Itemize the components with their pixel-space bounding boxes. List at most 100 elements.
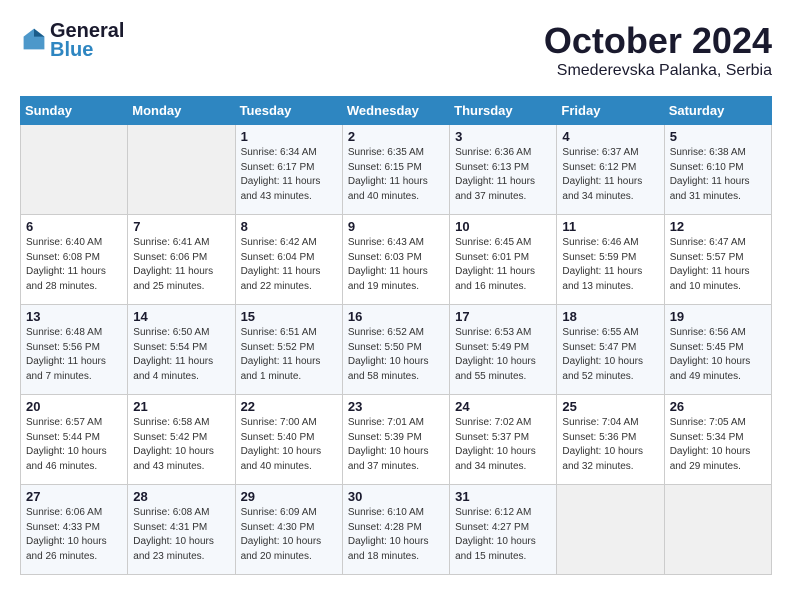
day-info: Sunrise: 6:41 AM Sunset: 6:06 PM Dayligh… [133, 236, 229, 294]
week-row-1: 1 Sunrise: 6:34 AM Sunset: 6:17 PM Daylig… [21, 125, 772, 215]
day-cell: 21 Sunrise: 6:58 AM Sunset: 5:42 PM Dayli… [128, 395, 235, 485]
month-title: October 2024 [544, 20, 772, 62]
weekday-header-row: SundayMondayTuesdayWednesdayThursdayFrid… [21, 97, 772, 125]
day-info: Sunrise: 6:45 AM Sunset: 6:01 PM Dayligh… [455, 236, 551, 294]
week-row-3: 13 Sunrise: 6:48 AM Sunset: 5:56 PM Dayli… [21, 305, 772, 395]
day-number: 8 [241, 219, 337, 234]
day-cell: 5 Sunrise: 6:38 AM Sunset: 6:10 PM Daylig… [664, 125, 771, 215]
day-info: Sunrise: 6:10 AM Sunset: 4:28 PM Dayligh… [348, 506, 444, 564]
day-number: 18 [562, 309, 658, 324]
day-cell: 4 Sunrise: 6:37 AM Sunset: 6:12 PM Daylig… [557, 125, 664, 215]
logo-icon [22, 27, 46, 51]
day-info: Sunrise: 6:46 AM Sunset: 5:59 PM Dayligh… [562, 236, 658, 294]
day-info: Sunrise: 6:51 AM Sunset: 5:52 PM Dayligh… [241, 326, 337, 384]
day-info: Sunrise: 6:55 AM Sunset: 5:47 PM Dayligh… [562, 326, 658, 384]
day-number: 17 [455, 309, 551, 324]
day-cell [664, 485, 771, 575]
day-number: 23 [348, 399, 444, 414]
day-number: 16 [348, 309, 444, 324]
day-cell: 18 Sunrise: 6:55 AM Sunset: 5:47 PM Dayli… [557, 305, 664, 395]
day-info: Sunrise: 6:37 AM Sunset: 6:12 PM Dayligh… [562, 146, 658, 204]
day-info: Sunrise: 6:08 AM Sunset: 4:31 PM Dayligh… [133, 506, 229, 564]
weekday-header-thursday: Thursday [450, 97, 557, 125]
day-cell: 30 Sunrise: 6:10 AM Sunset: 4:28 PM Dayli… [342, 485, 449, 575]
day-cell: 15 Sunrise: 6:51 AM Sunset: 5:52 PM Dayli… [235, 305, 342, 395]
day-cell: 17 Sunrise: 6:53 AM Sunset: 5:49 PM Dayli… [450, 305, 557, 395]
day-cell [128, 125, 235, 215]
day-number: 4 [562, 129, 658, 144]
logo: General Blue [20, 20, 124, 62]
day-number: 26 [670, 399, 766, 414]
day-info: Sunrise: 6:38 AM Sunset: 6:10 PM Dayligh… [670, 146, 766, 204]
day-cell: 8Sunrise: 6:42 AM Sunset: 6:04 PM Daylig… [235, 215, 342, 305]
day-info: Sunrise: 6:34 AM Sunset: 6:17 PM Dayligh… [241, 146, 337, 204]
day-cell: 31Sunrise: 6:12 AM Sunset: 4:27 PM Dayli… [450, 485, 557, 575]
title-block: October 2024 Smederevska Palanka, Serbia [544, 20, 772, 80]
day-number: 19 [670, 309, 766, 324]
day-cell: 6 Sunrise: 6:40 AM Sunset: 6:08 PM Daylig… [21, 215, 128, 305]
day-number: 24 [455, 399, 551, 414]
calendar-table: SundayMondayTuesdayWednesdayThursdayFrid… [20, 96, 772, 575]
day-number: 2 [348, 129, 444, 144]
day-number: 5 [670, 129, 766, 144]
day-info: Sunrise: 6:53 AM Sunset: 5:49 PM Dayligh… [455, 326, 551, 384]
day-info: Sunrise: 6:40 AM Sunset: 6:08 PM Dayligh… [26, 236, 122, 294]
day-cell: 27 Sunrise: 6:06 AM Sunset: 4:33 PM Dayli… [21, 485, 128, 575]
day-info: Sunrise: 6:48 AM Sunset: 5:56 PM Dayligh… [26, 326, 122, 384]
location-subtitle: Smederevska Palanka, Serbia [544, 62, 772, 80]
day-number: 7 [133, 219, 229, 234]
day-number: 9 [348, 219, 444, 234]
day-number: 22 [241, 399, 337, 414]
day-number: 30 [348, 489, 444, 504]
day-cell: 29Sunrise: 6:09 AM Sunset: 4:30 PM Dayli… [235, 485, 342, 575]
day-cell: 28 Sunrise: 6:08 AM Sunset: 4:31 PM Dayli… [128, 485, 235, 575]
day-info: Sunrise: 6:36 AM Sunset: 6:13 PM Dayligh… [455, 146, 551, 204]
day-cell: 20Sunrise: 6:57 AM Sunset: 5:44 PM Dayli… [21, 395, 128, 485]
weekday-header-sunday: Sunday [21, 97, 128, 125]
day-number: 28 [133, 489, 229, 504]
day-number: 21 [133, 399, 229, 414]
day-cell: 9 Sunrise: 6:43 AM Sunset: 6:03 PM Daylig… [342, 215, 449, 305]
weekday-header-friday: Friday [557, 97, 664, 125]
day-number: 15 [241, 309, 337, 324]
day-cell: 12 Sunrise: 6:47 AM Sunset: 5:57 PM Dayli… [664, 215, 771, 305]
day-cell: 7 Sunrise: 6:41 AM Sunset: 6:06 PM Daylig… [128, 215, 235, 305]
day-info: Sunrise: 6:12 AM Sunset: 4:27 PM Dayligh… [455, 506, 551, 564]
day-cell: 19Sunrise: 6:56 AM Sunset: 5:45 PM Dayli… [664, 305, 771, 395]
day-number: 12 [670, 219, 766, 234]
day-info: Sunrise: 6:50 AM Sunset: 5:54 PM Dayligh… [133, 326, 229, 384]
day-info: Sunrise: 7:05 AM Sunset: 5:34 PM Dayligh… [670, 416, 766, 474]
day-number: 10 [455, 219, 551, 234]
day-number: 6 [26, 219, 122, 234]
day-cell: 2 Sunrise: 6:35 AM Sunset: 6:15 PM Daylig… [342, 125, 449, 215]
day-info: Sunrise: 7:00 AM Sunset: 5:40 PM Dayligh… [241, 416, 337, 474]
day-info: Sunrise: 6:47 AM Sunset: 5:57 PM Dayligh… [670, 236, 766, 294]
day-cell: 3 Sunrise: 6:36 AM Sunset: 6:13 PM Daylig… [450, 125, 557, 215]
day-cell: 11Sunrise: 6:46 AM Sunset: 5:59 PM Dayli… [557, 215, 664, 305]
day-cell: 16 Sunrise: 6:52 AM Sunset: 5:50 PM Dayli… [342, 305, 449, 395]
day-info: Sunrise: 6:58 AM Sunset: 5:42 PM Dayligh… [133, 416, 229, 474]
day-number: 25 [562, 399, 658, 414]
day-number: 3 [455, 129, 551, 144]
day-cell: 26 Sunrise: 7:05 AM Sunset: 5:34 PM Dayli… [664, 395, 771, 485]
day-cell [21, 125, 128, 215]
day-cell: 22 Sunrise: 7:00 AM Sunset: 5:40 PM Dayli… [235, 395, 342, 485]
day-number: 1 [241, 129, 337, 144]
day-cell [557, 485, 664, 575]
day-number: 13 [26, 309, 122, 324]
day-cell: 25Sunrise: 7:04 AM Sunset: 5:36 PM Dayli… [557, 395, 664, 485]
weekday-header-monday: Monday [128, 97, 235, 125]
day-number: 27 [26, 489, 122, 504]
day-info: Sunrise: 7:02 AM Sunset: 5:37 PM Dayligh… [455, 416, 551, 474]
day-info: Sunrise: 6:09 AM Sunset: 4:30 PM Dayligh… [241, 506, 337, 564]
day-info: Sunrise: 6:52 AM Sunset: 5:50 PM Dayligh… [348, 326, 444, 384]
week-row-2: 6 Sunrise: 6:40 AM Sunset: 6:08 PM Daylig… [21, 215, 772, 305]
day-info: Sunrise: 6:35 AM Sunset: 6:15 PM Dayligh… [348, 146, 444, 204]
day-info: Sunrise: 6:43 AM Sunset: 6:03 PM Dayligh… [348, 236, 444, 294]
day-cell: 24 Sunrise: 7:02 AM Sunset: 5:37 PM Dayli… [450, 395, 557, 485]
day-cell: 14Sunrise: 6:50 AM Sunset: 5:54 PM Dayli… [128, 305, 235, 395]
day-info: Sunrise: 6:57 AM Sunset: 5:44 PM Dayligh… [26, 416, 122, 474]
day-info: Sunrise: 7:01 AM Sunset: 5:39 PM Dayligh… [348, 416, 444, 474]
weekday-header-saturday: Saturday [664, 97, 771, 125]
day-info: Sunrise: 6:06 AM Sunset: 4:33 PM Dayligh… [26, 506, 122, 564]
